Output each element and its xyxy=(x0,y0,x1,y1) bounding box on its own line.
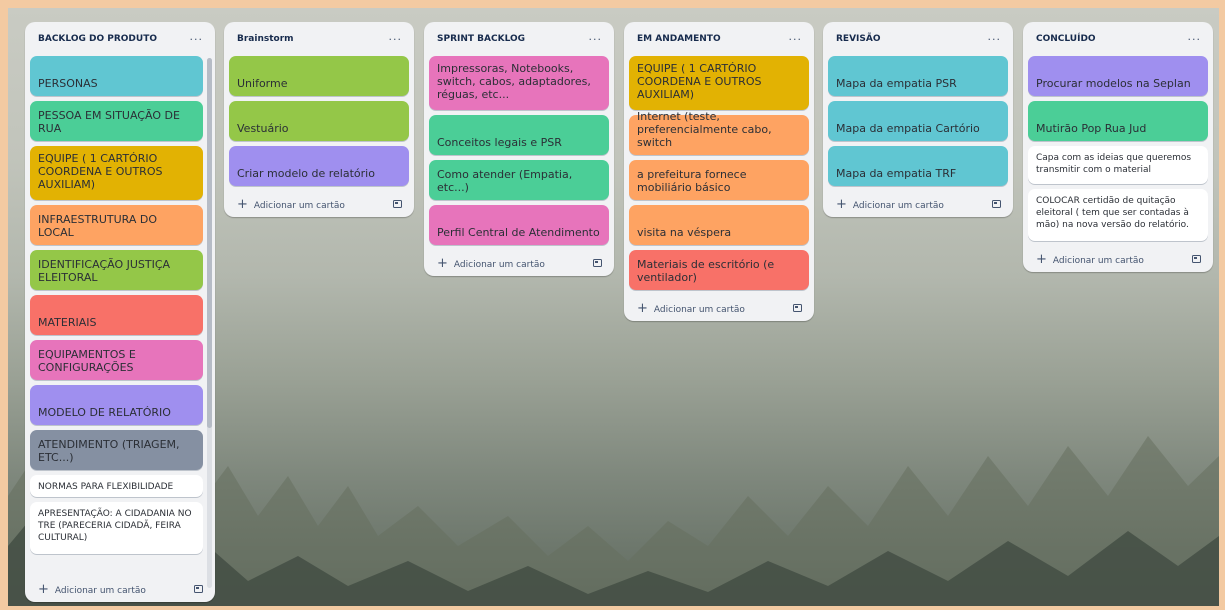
card[interactable]: Mutirão Pop Rua Jud xyxy=(1028,101,1208,141)
plus-icon: + xyxy=(237,196,248,212)
list-title[interactable]: Brainstorm xyxy=(237,34,294,44)
list-header: CONCLUÍDO ··· xyxy=(1023,22,1213,56)
add-card-label: Adicionar um cartão xyxy=(1052,255,1144,266)
add-card-button[interactable]: + Adicionar um cartão xyxy=(823,191,1013,217)
add-card-label: Adicionar um cartão xyxy=(54,585,146,596)
card-template-icon[interactable] xyxy=(1192,255,1201,263)
card[interactable]: Mapa da empatia PSR xyxy=(828,56,1008,96)
card[interactable]: a prefeitura fornece mobiliário básico xyxy=(629,160,809,200)
list-brainstorm: Brainstorm ··· Uniforme Vestuário Criar … xyxy=(224,22,414,217)
list-menu-button[interactable]: ··· xyxy=(389,33,403,46)
add-card-label: Adicionar um cartão xyxy=(653,304,745,315)
card-list: PERSONAS PESSOA EM SITUAÇÃO DE RUA EQUIP… xyxy=(25,56,215,554)
card[interactable]: Vestuário xyxy=(229,101,409,141)
list-menu-button[interactable]: ··· xyxy=(589,33,603,46)
card-list: Uniforme Vestuário Criar modelo de relat… xyxy=(224,56,414,186)
card-list: Impressoras, Notebooks, switch, cabos, a… xyxy=(424,56,614,245)
list-em-andamento: EM ANDAMENTO ··· EQUIPE ( 1 CARTÓRIO COO… xyxy=(624,22,814,321)
list-header: BACKLOG DO PRODUTO ··· xyxy=(25,22,215,56)
plus-icon: + xyxy=(1036,251,1047,267)
list-header: SPRINT BACKLOG ··· xyxy=(424,22,614,56)
card[interactable]: Uniforme xyxy=(229,56,409,96)
card[interactable]: APRESENTAÇÃO: A CIDADANIA NO TRE (PARECE… xyxy=(30,502,203,554)
add-card-button[interactable]: + Adicionar um cartão xyxy=(1023,246,1213,272)
list-header: EM ANDAMENTO ··· xyxy=(624,22,814,56)
plus-icon: + xyxy=(836,196,847,212)
card[interactable]: PESSOA EM SITUAÇÃO DE RUA xyxy=(30,101,203,141)
list-title[interactable]: REVISÃO xyxy=(836,34,881,44)
list-menu-button[interactable]: ··· xyxy=(988,33,1002,46)
board-canvas: BACKLOG DO PRODUTO ··· PERSONAS PESSOA E… xyxy=(8,8,1219,606)
list-sprint-backlog: SPRINT BACKLOG ··· Impressoras, Notebook… xyxy=(424,22,614,276)
card-template-icon[interactable] xyxy=(793,304,802,312)
list-header: REVISÃO ··· xyxy=(823,22,1013,56)
card[interactable]: COLOCAR certidão de quitação eleitoral (… xyxy=(1028,189,1208,241)
card-template-icon[interactable] xyxy=(593,259,602,267)
add-card-label: Adicionar um cartão xyxy=(253,200,345,211)
card[interactable]: PERSONAS xyxy=(30,56,203,96)
list-backlog-do-produto: BACKLOG DO PRODUTO ··· PERSONAS PESSOA E… xyxy=(25,22,215,602)
list-title[interactable]: BACKLOG DO PRODUTO xyxy=(38,34,157,44)
list-title[interactable]: SPRINT BACKLOG xyxy=(437,34,525,44)
card[interactable]: Materiais de escritório (e ventilador) xyxy=(629,250,809,290)
card-template-icon[interactable] xyxy=(194,585,203,593)
list-concluido: CONCLUÍDO ··· Procurar modelos na Seplan… xyxy=(1023,22,1213,272)
add-card-button[interactable]: + Adicionar um cartão xyxy=(624,295,814,321)
card[interactable]: Procurar modelos na Seplan xyxy=(1028,56,1208,96)
plus-icon: + xyxy=(637,300,648,316)
add-card-button[interactable]: + Adicionar um cartão xyxy=(424,250,614,276)
card[interactable]: EQUIPAMENTOS E CONFIGURAÇÕES xyxy=(30,340,203,380)
card[interactable]: Internet (teste, preferencialmente cabo,… xyxy=(629,110,809,155)
card-list: Procurar modelos na Seplan Mutirão Pop R… xyxy=(1023,56,1213,241)
card[interactable]: Criar modelo de relatório xyxy=(229,146,409,186)
card[interactable]: ATENDIMENTO (TRIAGEM, ETC...) xyxy=(30,430,203,470)
card[interactable]: Conceitos legais e PSR xyxy=(429,115,609,155)
list-menu-button[interactable]: ··· xyxy=(1188,33,1202,46)
card[interactable]: Capa com as ideias que queremos transmit… xyxy=(1028,146,1208,184)
list-title[interactable]: CONCLUÍDO xyxy=(1036,34,1096,44)
card[interactable]: Mapa da empatia TRF xyxy=(828,146,1008,186)
card[interactable]: EQUIPE ( 1 CARTÓRIO COORDENA E OUTROS AU… xyxy=(30,146,203,200)
card[interactable]: MODELO DE RELATÓRIO xyxy=(30,385,203,425)
card[interactable]: Como atender (Empatia, etc...) xyxy=(429,160,609,200)
add-card-label: Adicionar um cartão xyxy=(453,259,545,270)
card[interactable]: visita na véspera xyxy=(629,205,809,245)
card-list: Mapa da empatia PSR Mapa da empatia Cart… xyxy=(823,56,1013,186)
list-header: Brainstorm ··· xyxy=(224,22,414,56)
card[interactable]: MATERIAIS xyxy=(30,295,203,335)
card-list: EQUIPE ( 1 CARTÓRIO COORDENA E OUTROS AU… xyxy=(624,56,814,290)
card[interactable]: Impressoras, Notebooks, switch, cabos, a… xyxy=(429,56,609,110)
card[interactable]: Perfil Central de Atendimento xyxy=(429,205,609,245)
add-card-label: Adicionar um cartão xyxy=(852,200,944,211)
list-revisao: REVISÃO ··· Mapa da empatia PSR Mapa da … xyxy=(823,22,1013,217)
list-scrollbar[interactable] xyxy=(207,58,212,588)
add-card-button[interactable]: + Adicionar um cartão xyxy=(224,191,414,217)
scrollbar-thumb[interactable] xyxy=(207,58,212,428)
list-menu-button[interactable]: ··· xyxy=(789,33,803,46)
card[interactable]: NORMAS PARA FLEXIBILIDADE xyxy=(30,475,203,497)
card-template-icon[interactable] xyxy=(393,200,402,208)
card[interactable]: IDENTIFICAÇÃO JUSTIÇA ELEITORAL xyxy=(30,250,203,290)
plus-icon: + xyxy=(437,255,448,271)
card[interactable]: Mapa da empatia Cartório xyxy=(828,101,1008,141)
card-template-icon[interactable] xyxy=(992,200,1001,208)
list-menu-button[interactable]: ··· xyxy=(190,33,204,46)
card[interactable]: INFRAESTRUTURA DO LOCAL xyxy=(30,205,203,245)
card[interactable]: EQUIPE ( 1 CARTÓRIO COORDENA E OUTROS AU… xyxy=(629,56,809,110)
list-title[interactable]: EM ANDAMENTO xyxy=(637,34,721,44)
add-card-button[interactable]: + Adicionar um cartão xyxy=(25,576,215,602)
plus-icon: + xyxy=(38,581,49,597)
